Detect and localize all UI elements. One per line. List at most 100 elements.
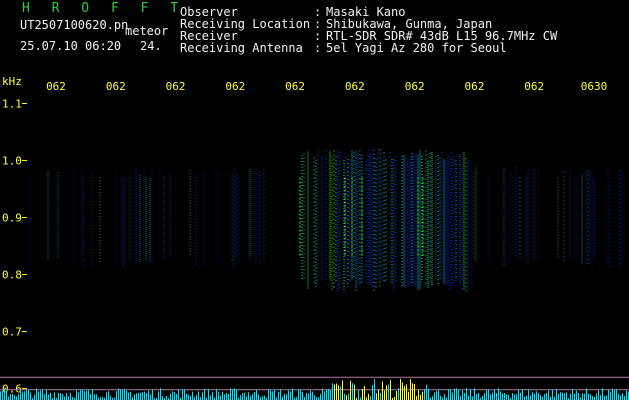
activity-bar [120,389,121,400]
activity-bar [490,394,491,400]
activity-bar [158,391,159,400]
activity-bar [428,388,429,400]
activity-bar [186,393,187,400]
activity-bar [86,390,87,400]
activity-bar [474,388,475,400]
activity-bar [278,391,279,400]
activity-bar [404,386,405,400]
activity-bar [0,391,1,400]
activity-bar [528,389,529,400]
activity-bar [122,389,123,400]
activity-bar [264,395,265,400]
activity-bar [564,393,565,400]
activity-bar [536,391,537,400]
activity-bar [396,390,397,400]
activity-bar [18,393,19,400]
activity-bar [306,392,307,400]
activity-bar [90,394,91,400]
activity-bar [224,394,225,400]
activity-bar [8,396,9,400]
activity-bar [368,393,369,400]
activity-bar [452,392,453,400]
activity-bar [478,393,479,400]
activity-bar [116,391,117,400]
activity-bar [28,389,29,400]
activity-bar [444,394,445,400]
activity-bar [432,396,433,400]
activity-bar [408,391,409,400]
activity-bar [212,391,213,400]
y-tick-label: 0.9 [2,212,22,225]
activity-bar [314,395,315,400]
activity-bar [522,389,523,400]
activity-bar [176,393,177,400]
activity-bar [178,389,179,400]
activity-bar [96,394,97,400]
activity-bar [342,380,343,400]
activity-bar [124,388,125,400]
activity-bar [48,394,49,400]
activity-bar [616,389,617,400]
activity-bar [126,390,127,400]
activity-bar [346,395,347,400]
activity-bar [512,393,513,400]
activity-bar [228,393,229,400]
activity-bar [374,379,375,400]
activity-bar [290,391,291,400]
activity-bar [258,394,259,400]
activity-bar [554,396,555,400]
activity-bar [300,389,301,400]
x-tick-label: 062 [285,80,305,93]
activity-bar [150,394,151,400]
activity-bar [226,392,227,400]
activity-bar [384,390,385,400]
activity-bar [520,392,521,400]
activity-bar [234,388,235,400]
activity-bar [218,391,219,400]
activity-bar [534,393,535,400]
activity-bar [82,389,83,400]
activity-bar [566,392,567,400]
activity-bar [166,395,167,400]
activity-bar [338,385,339,400]
activity-bar [454,388,455,400]
activity-bar [70,392,71,400]
activity-bar [172,391,173,400]
activity-bar [410,379,411,400]
x-tick-label: 062 [524,80,544,93]
activity-bar [414,383,415,400]
activity-bar [516,394,517,400]
activity-bar [592,395,593,400]
activity-bar [358,389,359,400]
activity-bar [572,388,573,400]
activity-bar [12,393,13,400]
activity-bar [588,393,589,400]
activity-bar [62,394,63,400]
activity-bar [230,388,231,400]
activity-bar [624,395,625,400]
activity-bar [406,384,407,400]
activity-bar [208,388,209,400]
activity-bar [68,396,69,400]
activity-bar [106,392,107,400]
activity-bar [420,394,421,400]
activity-bar [424,388,425,400]
activity-bar [84,391,85,400]
activity-bar [288,390,289,400]
activity-bar [174,391,175,400]
activity-bar [330,389,331,400]
activity-bar [582,393,583,400]
activity-bar [144,391,145,400]
activity-bar [504,393,505,400]
activity-bar [190,395,191,400]
activity-bar [280,389,281,400]
x-tick-label: 062 [345,80,365,93]
activity-bar [578,393,579,400]
activity-bar [476,393,477,400]
activity-bar [562,392,563,400]
y-tick-label: 1.1 [2,98,22,111]
activity-bar [622,393,623,400]
activity-bar [526,395,527,400]
activity-bar [354,384,355,400]
activity-bar [538,392,539,400]
